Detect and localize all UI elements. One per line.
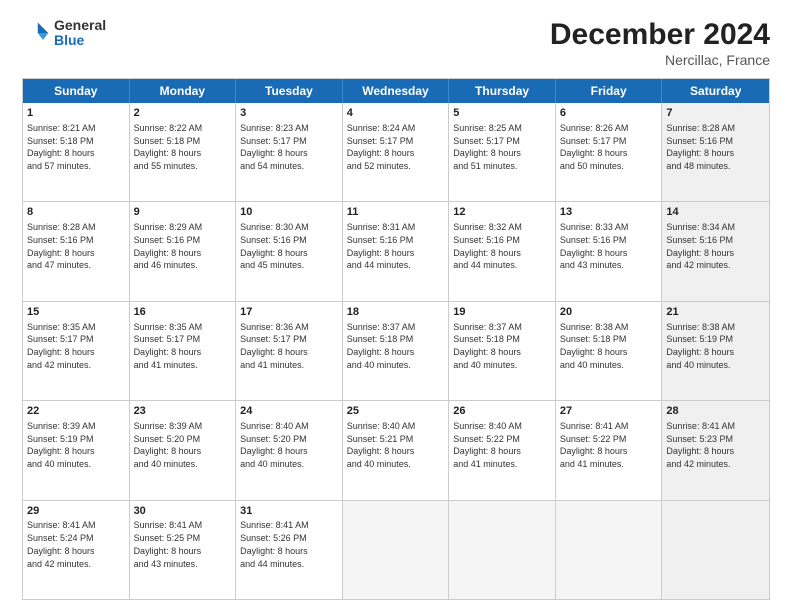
day-num-27: 27 bbox=[560, 404, 658, 419]
logo-text: General Blue bbox=[54, 18, 106, 49]
calendar-subtitle: Nercillac, France bbox=[550, 52, 770, 68]
day-num-11: 11 bbox=[347, 205, 445, 220]
day-num-30: 30 bbox=[134, 504, 232, 519]
calendar-body: 1Sunrise: 8:21 AMSunset: 5:18 PMDaylight… bbox=[23, 103, 769, 599]
day-num-26: 26 bbox=[453, 404, 551, 419]
week-3: 15Sunrise: 8:35 AMSunset: 5:17 PMDayligh… bbox=[23, 302, 769, 401]
cell-20: 20Sunrise: 8:38 AMSunset: 5:18 PMDayligh… bbox=[556, 302, 663, 400]
cell-24: 24Sunrise: 8:40 AMSunset: 5:20 PMDayligh… bbox=[236, 401, 343, 499]
day-num-29: 29 bbox=[27, 504, 125, 519]
day-num-7: 7 bbox=[666, 106, 765, 121]
day-num-21: 21 bbox=[666, 305, 765, 320]
day-num-17: 17 bbox=[240, 305, 338, 320]
cell-8: 8Sunrise: 8:28 AMSunset: 5:16 PMDaylight… bbox=[23, 202, 130, 300]
logo-icon bbox=[22, 19, 50, 47]
day-num-28: 28 bbox=[666, 404, 765, 419]
day-num-31: 31 bbox=[240, 504, 338, 519]
title-block: December 2024 Nercillac, France bbox=[550, 18, 770, 68]
calendar-title: December 2024 bbox=[550, 18, 770, 52]
day-num-12: 12 bbox=[453, 205, 551, 220]
day-num-2: 2 bbox=[134, 106, 232, 121]
day-num-3: 3 bbox=[240, 106, 338, 121]
cell-7: 7Sunrise: 8:28 AMSunset: 5:16 PMDaylight… bbox=[662, 103, 769, 201]
cell-empty-4 bbox=[662, 501, 769, 599]
day-num-8: 8 bbox=[27, 205, 125, 220]
day-num-6: 6 bbox=[560, 106, 658, 121]
day-num-10: 10 bbox=[240, 205, 338, 220]
cell-2: 2Sunrise: 8:22 AMSunset: 5:18 PMDaylight… bbox=[130, 103, 237, 201]
day-num-13: 13 bbox=[560, 205, 658, 220]
cell-6: 6Sunrise: 8:26 AMSunset: 5:17 PMDaylight… bbox=[556, 103, 663, 201]
cell-empty-2 bbox=[449, 501, 556, 599]
week-1: 1Sunrise: 8:21 AMSunset: 5:18 PMDaylight… bbox=[23, 103, 769, 202]
cell-26: 26Sunrise: 8:40 AMSunset: 5:22 PMDayligh… bbox=[449, 401, 556, 499]
cell-31: 31Sunrise: 8:41 AMSunset: 5:26 PMDayligh… bbox=[236, 501, 343, 599]
cell-18: 18Sunrise: 8:37 AMSunset: 5:18 PMDayligh… bbox=[343, 302, 450, 400]
day-num-25: 25 bbox=[347, 404, 445, 419]
cell-22: 22Sunrise: 8:39 AMSunset: 5:19 PMDayligh… bbox=[23, 401, 130, 499]
day-num-4: 4 bbox=[347, 106, 445, 121]
header-sunday: Sunday bbox=[23, 79, 130, 103]
day-num-23: 23 bbox=[134, 404, 232, 419]
cell-10: 10Sunrise: 8:30 AMSunset: 5:16 PMDayligh… bbox=[236, 202, 343, 300]
header-thursday: Thursday bbox=[449, 79, 556, 103]
day-num-24: 24 bbox=[240, 404, 338, 419]
cell-27: 27Sunrise: 8:41 AMSunset: 5:22 PMDayligh… bbox=[556, 401, 663, 499]
cell-12: 12Sunrise: 8:32 AMSunset: 5:16 PMDayligh… bbox=[449, 202, 556, 300]
cell-4: 4Sunrise: 8:24 AMSunset: 5:17 PMDaylight… bbox=[343, 103, 450, 201]
day-num-14: 14 bbox=[666, 205, 765, 220]
cell-1: 1Sunrise: 8:21 AMSunset: 5:18 PMDaylight… bbox=[23, 103, 130, 201]
cell-14: 14Sunrise: 8:34 AMSunset: 5:16 PMDayligh… bbox=[662, 202, 769, 300]
header-saturday: Saturday bbox=[662, 79, 769, 103]
logo-blue-text: Blue bbox=[54, 33, 106, 48]
cell-29: 29Sunrise: 8:41 AMSunset: 5:24 PMDayligh… bbox=[23, 501, 130, 599]
day-num-22: 22 bbox=[27, 404, 125, 419]
cell-21: 21Sunrise: 8:38 AMSunset: 5:19 PMDayligh… bbox=[662, 302, 769, 400]
cell-16: 16Sunrise: 8:35 AMSunset: 5:17 PMDayligh… bbox=[130, 302, 237, 400]
header-wednesday: Wednesday bbox=[343, 79, 450, 103]
day-num-18: 18 bbox=[347, 305, 445, 320]
day-num-1: 1 bbox=[27, 106, 125, 121]
cell-19: 19Sunrise: 8:37 AMSunset: 5:18 PMDayligh… bbox=[449, 302, 556, 400]
day-num-16: 16 bbox=[134, 305, 232, 320]
cell-17: 17Sunrise: 8:36 AMSunset: 5:17 PMDayligh… bbox=[236, 302, 343, 400]
header-friday: Friday bbox=[556, 79, 663, 103]
calendar-header-row: Sunday Monday Tuesday Wednesday Thursday… bbox=[23, 79, 769, 103]
day-num-9: 9 bbox=[134, 205, 232, 220]
cell-5: 5Sunrise: 8:25 AMSunset: 5:17 PMDaylight… bbox=[449, 103, 556, 201]
cell-empty-1 bbox=[343, 501, 450, 599]
header-monday: Monday bbox=[130, 79, 237, 103]
cell-15: 15Sunrise: 8:35 AMSunset: 5:17 PMDayligh… bbox=[23, 302, 130, 400]
week-2: 8Sunrise: 8:28 AMSunset: 5:16 PMDaylight… bbox=[23, 202, 769, 301]
day-num-20: 20 bbox=[560, 305, 658, 320]
calendar: Sunday Monday Tuesday Wednesday Thursday… bbox=[22, 78, 770, 600]
header-tuesday: Tuesday bbox=[236, 79, 343, 103]
day-num-15: 15 bbox=[27, 305, 125, 320]
page: General Blue December 2024 Nercillac, Fr… bbox=[0, 0, 792, 612]
cell-23: 23Sunrise: 8:39 AMSunset: 5:20 PMDayligh… bbox=[130, 401, 237, 499]
header: General Blue December 2024 Nercillac, Fr… bbox=[22, 18, 770, 68]
week-4: 22Sunrise: 8:39 AMSunset: 5:19 PMDayligh… bbox=[23, 401, 769, 500]
cell-28: 28Sunrise: 8:41 AMSunset: 5:23 PMDayligh… bbox=[662, 401, 769, 499]
cell-13: 13Sunrise: 8:33 AMSunset: 5:16 PMDayligh… bbox=[556, 202, 663, 300]
day-num-5: 5 bbox=[453, 106, 551, 121]
logo: General Blue bbox=[22, 18, 106, 49]
week-5: 29Sunrise: 8:41 AMSunset: 5:24 PMDayligh… bbox=[23, 501, 769, 599]
cell-9: 9Sunrise: 8:29 AMSunset: 5:16 PMDaylight… bbox=[130, 202, 237, 300]
cell-3: 3Sunrise: 8:23 AMSunset: 5:17 PMDaylight… bbox=[236, 103, 343, 201]
cell-11: 11Sunrise: 8:31 AMSunset: 5:16 PMDayligh… bbox=[343, 202, 450, 300]
day-num-19: 19 bbox=[453, 305, 551, 320]
cell-empty-3 bbox=[556, 501, 663, 599]
cell-30: 30Sunrise: 8:41 AMSunset: 5:25 PMDayligh… bbox=[130, 501, 237, 599]
cell-25: 25Sunrise: 8:40 AMSunset: 5:21 PMDayligh… bbox=[343, 401, 450, 499]
logo-general-text: General bbox=[54, 18, 106, 33]
